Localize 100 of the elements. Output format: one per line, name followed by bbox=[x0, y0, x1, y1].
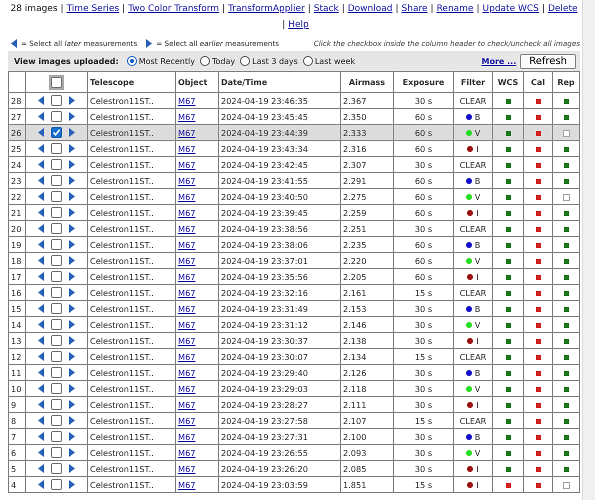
datetime-cell: 2024-04-19 23:38:56 bbox=[218, 220, 340, 236]
row-checkbox[interactable] bbox=[51, 382, 62, 394]
row-checkbox[interactable] bbox=[51, 334, 62, 346]
airmass-cell: 1.851 bbox=[340, 476, 394, 492]
row-checkbox[interactable] bbox=[51, 302, 62, 314]
radio-button[interactable] bbox=[302, 56, 313, 66]
toolbar-link[interactable]: Stack bbox=[314, 3, 339, 15]
toolbar-link[interactable]: Delete bbox=[548, 3, 578, 15]
exposure-cell: 60 s bbox=[394, 124, 454, 140]
telescope-cell: Celestron11ST.. bbox=[88, 204, 176, 220]
row-checkbox[interactable] bbox=[51, 398, 62, 410]
telescope-cell: Celestron11ST.. bbox=[88, 300, 176, 316]
row-checkbox[interactable] bbox=[51, 174, 62, 186]
select-all-checkbox[interactable] bbox=[51, 76, 62, 88]
refresh-button[interactable]: Refresh bbox=[520, 54, 576, 68]
toolbar-link[interactable]: Two Color Transform bbox=[128, 3, 220, 15]
telescope-cell: Celestron11ST.. bbox=[88, 428, 176, 444]
row-checkbox[interactable] bbox=[51, 110, 62, 122]
exposure-cell: 60 s bbox=[394, 268, 454, 284]
airmass-cell: 2.093 bbox=[340, 444, 394, 460]
row-checkbox[interactable] bbox=[51, 94, 62, 106]
row-number: 18 bbox=[8, 252, 26, 268]
exposure-cell: 30 s bbox=[394, 380, 454, 396]
separator: | bbox=[282, 19, 286, 31]
row-checkbox[interactable] bbox=[51, 318, 62, 330]
row-checkbox[interactable] bbox=[51, 286, 62, 298]
exposure-cell: 15 s bbox=[394, 476, 454, 492]
toolbar-link[interactable]: Update WCS bbox=[482, 3, 539, 15]
toolbar-link[interactable]: Help bbox=[288, 19, 309, 31]
more-link[interactable]: More ... bbox=[482, 56, 516, 66]
row-checkbox[interactable] bbox=[51, 254, 62, 266]
toolbar-link[interactable]: Share bbox=[402, 3, 428, 15]
filter-name: B bbox=[474, 304, 480, 314]
row-checkbox[interactable] bbox=[51, 446, 62, 458]
row-checkbox[interactable] bbox=[51, 430, 62, 442]
filter-name: B bbox=[474, 432, 480, 442]
row-checkbox[interactable] bbox=[51, 270, 62, 282]
datetime-cell: 2024-04-19 23:30:37 bbox=[218, 332, 340, 348]
radio-label[interactable]: Today bbox=[212, 56, 236, 66]
row-checkbox[interactable] bbox=[51, 366, 62, 378]
column-header: Cal bbox=[524, 72, 552, 92]
filter-name: V bbox=[474, 128, 480, 138]
datetime-cell: 2024-04-19 23:41:55 bbox=[218, 172, 340, 188]
toolbar-link[interactable]: TransformApplier bbox=[228, 3, 305, 15]
filter-name: B bbox=[474, 368, 480, 378]
airmass-cell: 2.134 bbox=[340, 348, 394, 364]
row-checkbox[interactable] bbox=[51, 142, 62, 154]
radio-label[interactable]: Last 3 days bbox=[252, 56, 298, 66]
filter-name: B bbox=[474, 176, 480, 186]
exposure-cell: 60 s bbox=[394, 252, 454, 268]
separator: | bbox=[476, 3, 480, 15]
telescope-cell: Celestron11ST.. bbox=[88, 92, 176, 108]
exposure-cell: 60 s bbox=[394, 236, 454, 252]
filter-name: V bbox=[474, 448, 480, 458]
toolbar-link[interactable]: Rename bbox=[436, 3, 474, 15]
radio-button[interactable] bbox=[200, 56, 210, 66]
exposure-cell: 30 s bbox=[394, 332, 454, 348]
airmass-cell: 2.333 bbox=[340, 124, 394, 140]
radio-button[interactable] bbox=[240, 56, 250, 66]
row-checkbox[interactable] bbox=[51, 126, 62, 138]
airmass-cell: 2.111 bbox=[340, 396, 394, 412]
datetime-cell: 2024-04-19 23:43:34 bbox=[218, 140, 340, 156]
filter-name: V bbox=[474, 384, 480, 394]
filter-name: CLEAR bbox=[460, 352, 486, 362]
row-number: 14 bbox=[8, 316, 26, 332]
radio-button[interactable] bbox=[126, 56, 137, 66]
airmass-cell: 2.146 bbox=[340, 316, 394, 332]
row-checkbox[interactable] bbox=[51, 478, 62, 490]
separator: | bbox=[542, 3, 545, 15]
row-checkbox[interactable] bbox=[51, 158, 62, 170]
radio-label[interactable]: Last week bbox=[314, 56, 356, 66]
telescope-cell: Celestron11ST.. bbox=[88, 188, 176, 204]
airmass-cell: 2.367 bbox=[340, 92, 394, 108]
filter-name: V bbox=[474, 192, 480, 202]
exposure-cell: 30 s bbox=[394, 316, 454, 332]
radio-label[interactable]: Most Recently bbox=[138, 56, 195, 66]
scrollbar[interactable] bbox=[582, 0, 595, 500]
airmass-cell: 2.316 bbox=[340, 140, 394, 156]
row-checkbox[interactable] bbox=[51, 350, 62, 362]
telescope-cell: Celestron11ST.. bbox=[88, 236, 176, 252]
row-number: 28 bbox=[8, 92, 26, 108]
telescope-cell: Celestron11ST.. bbox=[88, 412, 176, 428]
airmass-cell: 2.235 bbox=[340, 236, 394, 252]
row-checkbox[interactable] bbox=[51, 222, 62, 234]
airmass-cell: 2.291 bbox=[340, 172, 394, 188]
toolbar-link[interactable]: Download bbox=[348, 3, 392, 15]
filter-name: V bbox=[474, 256, 480, 266]
row-checkbox[interactable] bbox=[51, 206, 62, 218]
exposure-cell: 30 s bbox=[394, 444, 454, 460]
filter-name: I bbox=[476, 208, 479, 218]
row-checkbox[interactable] bbox=[51, 462, 62, 474]
toolbar-link[interactable]: Time Series bbox=[66, 3, 120, 15]
row-checkbox[interactable] bbox=[51, 190, 62, 202]
row-number: 23 bbox=[8, 172, 26, 188]
telescope-cell: Celestron11ST.. bbox=[88, 220, 176, 236]
row-number: 5 bbox=[8, 460, 26, 476]
row-checkbox[interactable] bbox=[51, 238, 62, 250]
datetime-cell: 2024-04-19 23:27:58 bbox=[218, 412, 340, 428]
row-checkbox[interactable] bbox=[51, 414, 62, 426]
separator: | bbox=[430, 3, 434, 15]
